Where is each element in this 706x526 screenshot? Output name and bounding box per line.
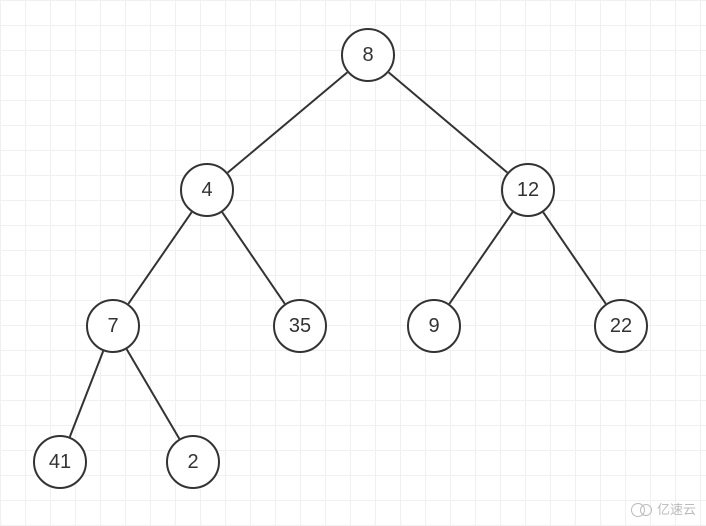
tree-node-value: 4 — [201, 179, 212, 202]
tree-node-value: 22 — [610, 315, 632, 338]
tree-edge — [127, 349, 180, 438]
tree-node-value: 35 — [289, 315, 311, 338]
tree-node: 41 — [33, 435, 87, 489]
tree-edge — [70, 351, 103, 437]
tree-edge — [128, 212, 191, 304]
watermark-text: 亿速云 — [657, 499, 696, 518]
tree-node-value: 7 — [107, 315, 118, 338]
tree-edge — [543, 212, 606, 303]
tree-edge — [449, 212, 512, 304]
tree-node: 9 — [407, 299, 461, 353]
tree-node-value: 41 — [49, 451, 71, 474]
tree-edge — [228, 72, 348, 172]
tree-node: 2 — [166, 435, 220, 489]
cloud-icon — [631, 502, 653, 516]
tree-node: 4 — [180, 163, 234, 217]
tree-node: 12 — [501, 163, 555, 217]
tree-edge — [389, 72, 508, 172]
tree-edges — [0, 0, 706, 526]
tree-edge — [222, 212, 285, 303]
tree-node: 7 — [86, 299, 140, 353]
tree-node: 22 — [594, 299, 648, 353]
tree-node-value: 12 — [517, 179, 539, 202]
watermark: 亿速云 — [631, 499, 696, 518]
tree-node-value: 9 — [428, 315, 439, 338]
tree-node-value: 2 — [187, 451, 198, 474]
tree-node-value: 8 — [362, 44, 373, 67]
tree-node: 8 — [341, 28, 395, 82]
tree-node: 35 — [273, 299, 327, 353]
